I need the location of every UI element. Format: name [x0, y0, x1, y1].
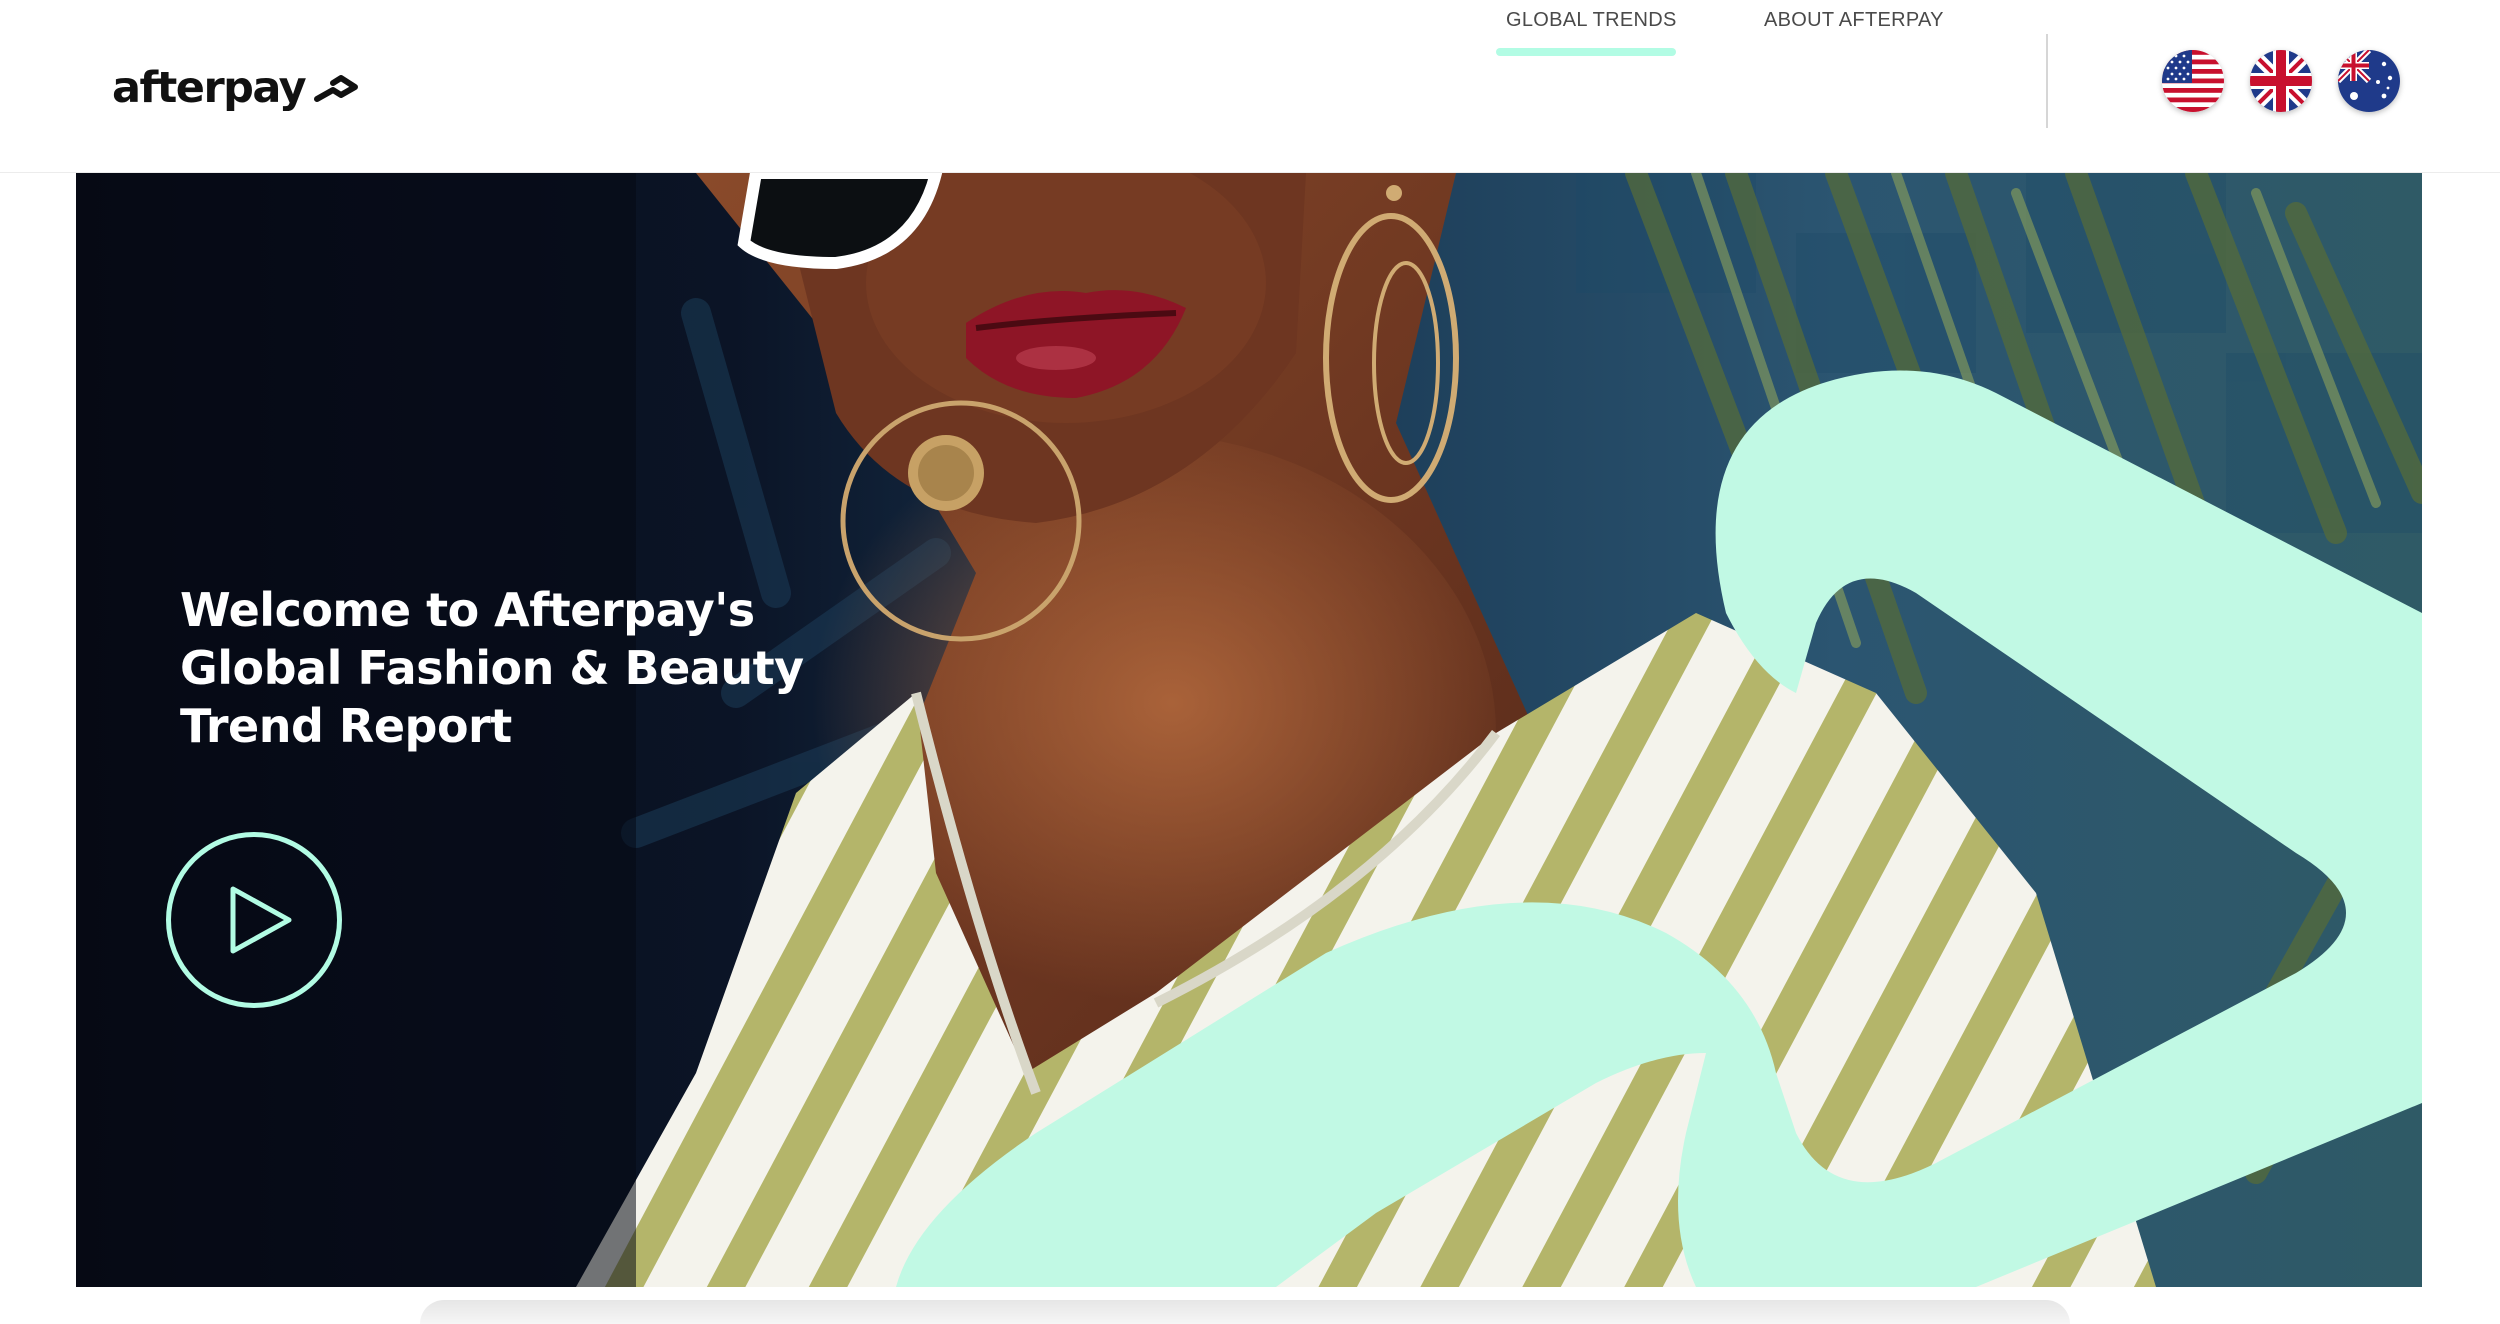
region-au-button[interactable] [2338, 50, 2400, 112]
site-header: afterpay GLOBAL TRENDS ABOUT AFTERPAY [0, 0, 2500, 173]
hero-title-line-1: Welcome to Afterpay's [180, 583, 755, 637]
hero-title-line-3: Trend Report [180, 699, 512, 753]
us-flag-icon [2162, 50, 2224, 112]
next-section-edge [420, 1300, 2070, 1324]
region-uk-button[interactable] [2250, 50, 2312, 112]
play-icon [230, 886, 292, 954]
nav-divider [2046, 34, 2048, 128]
nav-global-trends[interactable]: GLOBAL TRENDS [1496, 0, 1676, 60]
hero-banner: Welcome to Afterpay's Global Fashion & B… [76, 173, 2422, 1287]
afterpay-arrows-icon [314, 75, 359, 102]
hero-title-line-2: Global Fashion & Beauty [180, 641, 804, 695]
uk-flag-icon [2250, 50, 2312, 112]
hero-title: Welcome to Afterpay's Global Fashion & B… [180, 581, 880, 755]
afterpay-logo[interactable]: afterpay [112, 62, 361, 114]
australia-flag-icon [2338, 50, 2400, 112]
region-us-button[interactable] [2162, 50, 2224, 112]
play-video-button[interactable] [166, 832, 342, 1008]
nav-about-afterpay[interactable]: ABOUT AFTERPAY [1764, 0, 1943, 60]
logo-wordmark: afterpay [112, 62, 307, 113]
